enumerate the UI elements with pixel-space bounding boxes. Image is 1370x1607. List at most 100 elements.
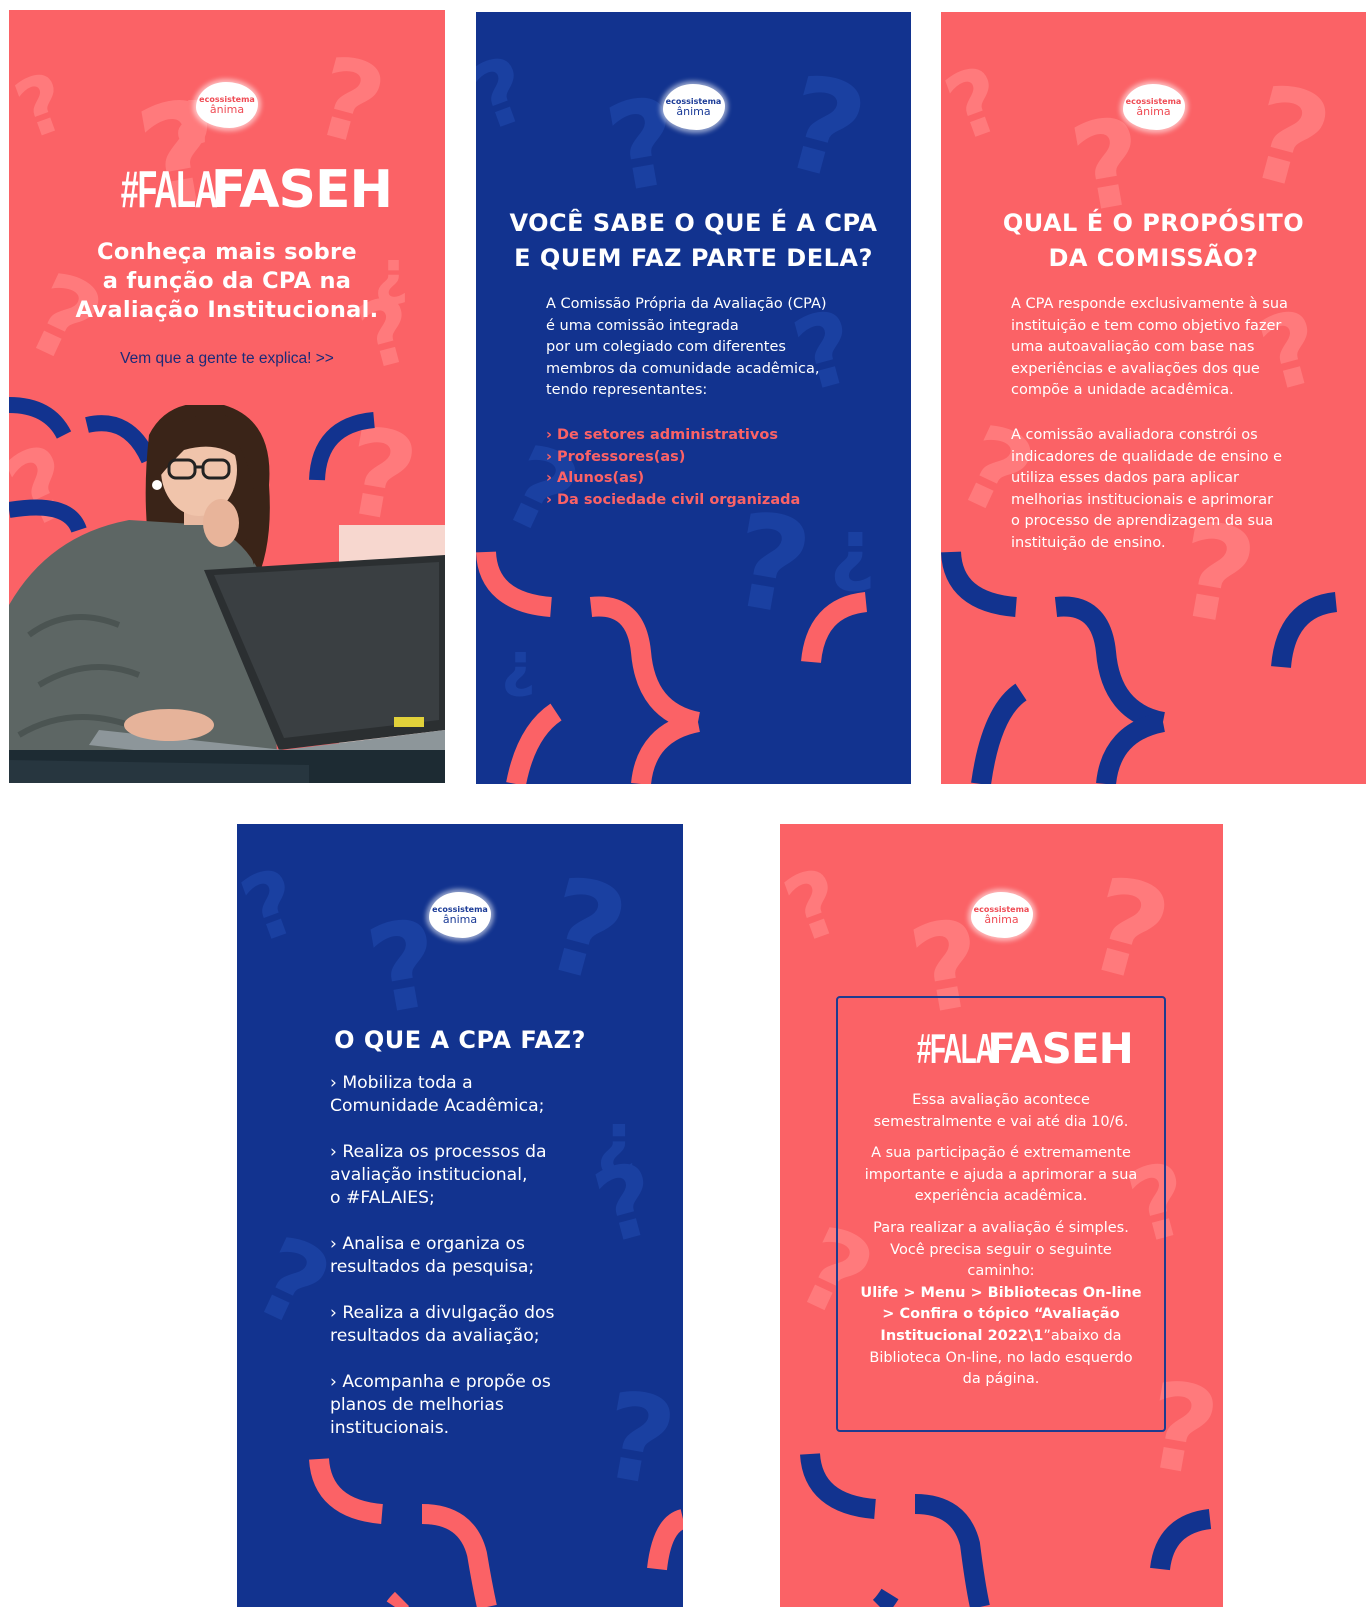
- brand-name: FASEH: [987, 1024, 1133, 1073]
- brand-hash: #FALA: [916, 1025, 995, 1072]
- slide-title: VOCÊ SABE O QUE É A CPA E QUEM FAZ PARTE…: [476, 206, 911, 276]
- headline: Conheça mais sobre a função da CPA na Av…: [9, 238, 445, 325]
- logo-line-2: ânima: [984, 912, 1019, 926]
- list-item: › Professores(as): [546, 448, 686, 465]
- svg-text:?: ?: [768, 45, 880, 211]
- activity-line: avaliação institucional,: [330, 1165, 528, 1185]
- info-text: Essa avaliação acontece semestralmente e…: [836, 1090, 1166, 1391]
- headline-line: Avaliação Institucional.: [75, 297, 379, 323]
- body-line: é uma comissão integrada: [546, 317, 739, 334]
- path-line-bold: > Confira o tópico “Avaliação: [882, 1306, 1120, 1323]
- svg-text:?: ?: [596, 1107, 637, 1189]
- ecossistema-anima-logo: ecossistema ânima: [1122, 84, 1185, 130]
- body-text: A Comissão Própria da Avaliação (CPA) é …: [546, 294, 827, 402]
- ecossistema-anima-logo: ecossistema ânima: [970, 892, 1033, 938]
- body-line: A Comissão Própria da Avaliação (CPA): [546, 296, 827, 312]
- svg-text:?: ?: [941, 46, 1018, 163]
- brand-hash: #FALA: [120, 161, 218, 219]
- info-line: semestralmente e vai até dia 10/6.: [873, 1113, 1129, 1130]
- slide-2: ? ? ? ? ? ? ? ? ecossistema ânima VOCÊ S…: [476, 12, 911, 784]
- logo-line-2: ânima: [442, 912, 478, 926]
- ecossistema-anima-logo: ecossistema ânima: [429, 892, 491, 938]
- activities-list: › Mobiliza toda a Comunidade Acadêmica; …: [330, 1072, 555, 1440]
- activity-line: Comunidade Acadêmica;: [330, 1096, 545, 1116]
- representatives-list: › De setores administrativos › Professor…: [546, 425, 800, 511]
- brand-name: FASEH: [210, 160, 393, 220]
- paragraph-line: compõe a unidade acadêmica.: [1011, 382, 1234, 399]
- logo-line-2: ânima: [676, 104, 711, 118]
- activity-line: o #FALAIES;: [330, 1188, 435, 1208]
- paragraph-1: A CPA responde exclusivamente à sua inst…: [1011, 294, 1288, 402]
- activity-line: › Analisa e organiza os: [330, 1234, 525, 1254]
- svg-text:?: ?: [476, 36, 543, 153]
- info-line: experiência acadêmica.: [914, 1188, 1088, 1205]
- title-line: VOCÊ SABE O QUE É A CPA: [509, 209, 878, 237]
- info-line: A sua participação é extremamente: [871, 1145, 1131, 1162]
- paragraph-line: experiências e avaliações dos que: [1011, 360, 1260, 377]
- paragraph-line: melhorias institucionais e aprimorar: [1011, 491, 1274, 508]
- student-with-laptop-photo: [9, 405, 445, 783]
- info-line: caminho:: [967, 1263, 1035, 1280]
- activity-item: › Realiza a divulgação dos resultados da…: [330, 1302, 555, 1348]
- headline-line: a função da CPA na: [102, 268, 352, 294]
- activity-item: › Realiza os processos da avaliação inst…: [330, 1141, 555, 1210]
- svg-text:?: ?: [9, 55, 79, 158]
- info-paragraph-1: Essa avaliação acontece semestralmente e…: [836, 1090, 1166, 1133]
- svg-text:?: ?: [1233, 55, 1345, 221]
- path-rest: ”abaixo da: [1043, 1327, 1122, 1344]
- slide-5: ? ? ? ? ? ? ecossistema ânima #FALAFASEH…: [780, 824, 1223, 1607]
- list-item: › Alunos(as): [546, 470, 645, 487]
- falafaseh-wordmark: #FALAFASEH: [780, 1024, 1223, 1073]
- logo-line-2: ânima: [1136, 104, 1171, 118]
- title-line: QUAL É O PROPÓSITO: [1002, 209, 1305, 237]
- list-item: › De setores administrativos: [546, 427, 778, 443]
- activity-line: › Mobiliza toda a: [330, 1073, 473, 1093]
- slide-3: ? ? ? ? ? ? ecossistema ânima QUAL É O P…: [941, 12, 1366, 784]
- info-paragraph-2: A sua participação é extremamente import…: [836, 1143, 1166, 1208]
- paragraph-line: A comissão avaliadora constrói os: [1011, 427, 1258, 443]
- svg-text:?: ?: [830, 513, 876, 606]
- slide-4: ? ? ? ? ? ? ? ecossistema ânima O QUE A …: [237, 824, 683, 1607]
- paragraph-line: indicadores de qualidade de ensino e: [1011, 448, 1283, 465]
- paragraph-line: instituição de ensino.: [1011, 534, 1166, 551]
- activity-item: › Mobiliza toda a Comunidade Acadêmica;: [330, 1072, 555, 1118]
- activity-line: resultados da pesquisa;: [330, 1257, 535, 1277]
- path-line-bold: Ulife > Menu > Bibliotecas On-line: [860, 1284, 1142, 1301]
- list-item: › Da sociedade civil organizada: [546, 491, 801, 508]
- activity-line: › Acompanha e propõe os: [330, 1372, 551, 1392]
- path-line-mixed: Institucional 2022\1”abaixo da: [836, 1326, 1166, 1348]
- activity-item: › Analisa e organiza os resultados da pe…: [330, 1233, 555, 1279]
- info-line: da página.: [962, 1371, 1040, 1388]
- paragraph-line: A CPA responde exclusivamente à sua: [1011, 296, 1288, 312]
- activity-line: › Realiza os processos da: [330, 1142, 547, 1162]
- info-line: Você precisa seguir o seguinte: [890, 1241, 1112, 1258]
- falafaseh-wordmark: #FALAFASEH: [9, 160, 445, 220]
- activity-item: › Acompanha e propõe os planos de melhor…: [330, 1371, 555, 1440]
- svg-text:?: ?: [583, 1139, 669, 1267]
- ecossistema-anima-logo: ecossistema ânima: [662, 84, 725, 130]
- svg-text:?: ?: [780, 848, 857, 965]
- path-bold-part: Institucional 2022\1: [880, 1327, 1044, 1344]
- title-line: DA COMISSÃO?: [1048, 244, 1259, 272]
- logo-line-2: ânima: [209, 102, 245, 116]
- info-paragraph-3: Para realizar a avaliação é simples. Voc…: [836, 1218, 1166, 1391]
- paragraph-line: utiliza esses dados para aplicar: [1011, 470, 1240, 487]
- title-line: E QUEM FAZ PARTE DELA?: [514, 244, 873, 272]
- paragraph-line: uma autoavaliação com base nas: [1011, 339, 1255, 356]
- paragraph-line: instituição e tem como objetivo fazer: [1011, 317, 1282, 334]
- info-line: Essa avaliação acontece: [912, 1092, 1090, 1108]
- body-line: tendo representantes:: [546, 382, 708, 399]
- activity-line: resultados da avaliação;: [330, 1326, 540, 1346]
- ecossistema-anima-logo: ecossistema ânima: [196, 82, 258, 128]
- headline-line: Conheça mais sobre: [97, 239, 357, 265]
- info-line: importante e ajuda a aprimorar a sua: [864, 1166, 1138, 1183]
- cta-text: Vem que a gente te explica! >>: [120, 350, 334, 367]
- info-line: Para realizar a avaliação é simples.: [873, 1219, 1129, 1236]
- svg-text:?: ?: [529, 847, 641, 1013]
- slide-title: O QUE A CPA FAZ?: [334, 1026, 586, 1054]
- slide-1: ? ? ? ? ? ? ? ? ? ecossistema ânima #FAL…: [9, 10, 445, 783]
- svg-text:?: ?: [592, 1366, 683, 1515]
- svg-text:?: ?: [237, 848, 314, 965]
- activity-line: institucionais.: [330, 1418, 450, 1438]
- info-line: Biblioteca On-line, no lado esquerdo: [869, 1349, 1133, 1366]
